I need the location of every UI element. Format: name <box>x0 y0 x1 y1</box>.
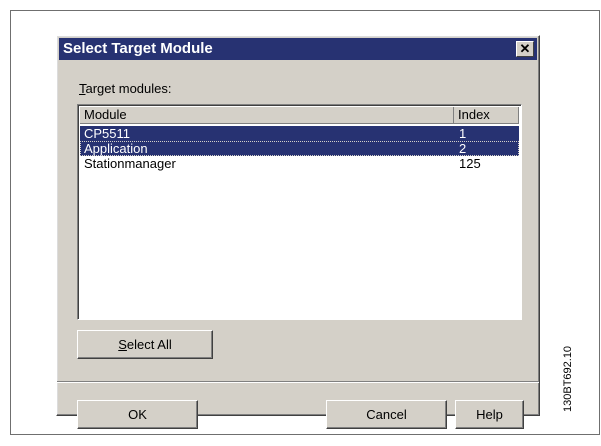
list-item-index: 125 <box>459 156 481 171</box>
column-header-module[interactable]: Module <box>80 107 454 124</box>
target-modules-label-rest: arget modules: <box>85 81 172 96</box>
list-item[interactable]: Stationmanager 125 <box>80 156 519 171</box>
ok-button[interactable]: OK <box>77 400 198 429</box>
list-item-module: CP5511 <box>84 126 131 141</box>
list-header: Module Index <box>80 107 519 124</box>
dialog-separator <box>57 381 539 383</box>
help-button[interactable]: Help <box>455 400 524 429</box>
select-all-access-key: S <box>118 337 127 352</box>
select-all-label: elect All <box>126 337 172 352</box>
target-modules-list[interactable]: Module Index CP5511 1 Application 2 Stat… <box>77 104 522 320</box>
select-all-button[interactable]: Select All <box>77 330 213 359</box>
figure-code: 130BT692.10 <box>562 345 574 412</box>
dialog-titlebar: Select Target Module ✕ <box>59 38 537 60</box>
select-target-module-dialog: Select Target Module ✕ Target modules: M… <box>56 35 540 429</box>
list-item-module: Application <box>84 141 148 156</box>
list-item-module: Stationmanager <box>84 156 176 171</box>
column-header-index[interactable]: Index <box>454 107 519 124</box>
list-item[interactable]: CP5511 1 <box>80 126 519 141</box>
target-modules-label: Target modules: <box>79 81 172 96</box>
list-item[interactable]: Application 2 <box>80 141 519 156</box>
list-item-index: 2 <box>459 141 467 156</box>
list-item-index: 1 <box>459 126 467 141</box>
close-icon: ✕ <box>519 41 531 56</box>
cancel-button[interactable]: Cancel <box>326 400 447 429</box>
dialog-title: Select Target Module <box>63 40 213 57</box>
close-button[interactable]: ✕ <box>516 41 534 57</box>
